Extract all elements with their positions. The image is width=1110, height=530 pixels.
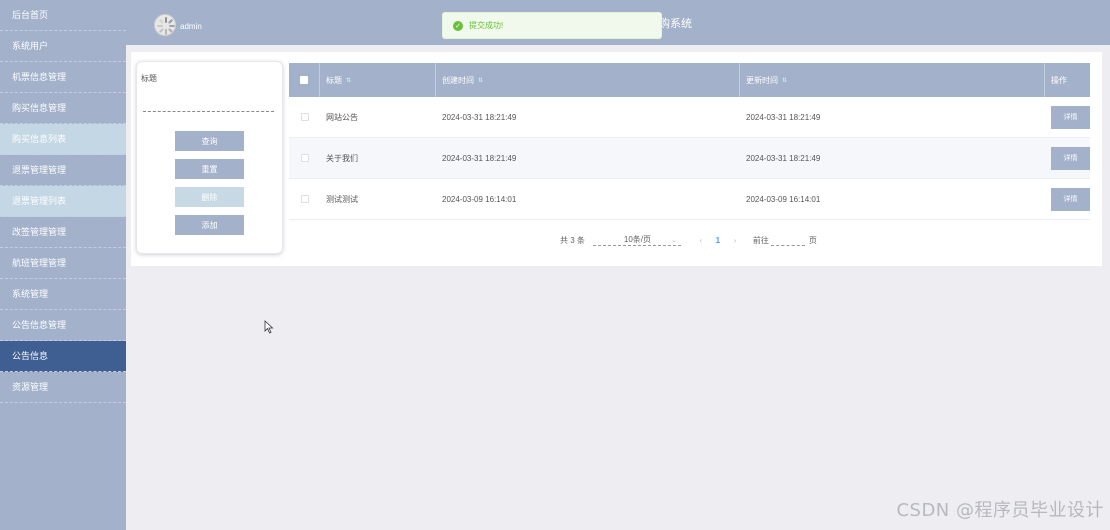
cell-title: 网站公告 (326, 112, 358, 122)
page-number[interactable]: 1 (707, 236, 729, 245)
cell-title: 测试测试 (326, 194, 358, 204)
column-created-label: 创建时间 (442, 75, 474, 85)
sort-icon[interactable]: ⇅ (346, 77, 351, 84)
detail-button[interactable]: 详情 (1051, 146, 1090, 170)
system-title: 购系统 (659, 18, 692, 30)
sidebar-item-flight-management[interactable]: 航班管理管理 (0, 248, 126, 279)
table-row: 测试测试 2024-03-09 16:14:01 2024-03-09 16:1… (289, 179, 1090, 220)
column-action-label: 操作 (1051, 75, 1067, 85)
avatar[interactable] (154, 14, 176, 36)
sidebar-item-notice-management[interactable]: 公告信息管理 (0, 310, 126, 341)
reset-button[interactable]: 重置 (175, 159, 244, 179)
page-size-select[interactable]: 10条/页 ⌄ (592, 234, 681, 246)
sidebar-item-purchase-management[interactable]: 购买信息管理 (0, 93, 126, 124)
sidebar-item-refund-management[interactable]: 退票管理管理 (0, 155, 126, 186)
page-size-value: 10条/页 (623, 235, 652, 244)
delete-button[interactable]: 删除 (175, 187, 244, 207)
select-all-checkbox[interactable] (300, 76, 308, 84)
cell-updated: 2024-03-09 16:14:01 (746, 194, 821, 204)
row-checkbox[interactable] (300, 154, 309, 162)
toast-message: 提交成功! (469, 21, 504, 30)
sort-icon[interactable]: ⇅ (478, 77, 483, 84)
pagination: 共 3 条 10条/页 ⌄ ‹ 1 › 前往 页 (560, 234, 817, 246)
main-content: 标题 查询 重置 删除 添加 标题 ⇅ 创建时间 ⇅ 更新时间 ⇅ 操作 网站公… (131, 52, 1102, 266)
column-title-label: 标题 (326, 75, 342, 85)
row-checkbox[interactable] (300, 113, 309, 121)
sort-icon[interactable]: ⇅ (782, 77, 787, 84)
cell-created: 2024-03-31 18:21:49 (442, 153, 517, 163)
table-header: 标题 ⇅ 创建时间 ⇅ 更新时间 ⇅ 操作 (289, 63, 1090, 97)
sidebar-item-resource-management[interactable]: 资源管理 (0, 372, 126, 403)
chevron-down-icon: ⌄ (671, 236, 677, 244)
goto-suffix: 页 (808, 235, 817, 245)
search-title-label: 标题 (141, 74, 157, 83)
select-all-cell (289, 63, 320, 97)
query-button[interactable]: 查询 (175, 131, 244, 151)
search-title-input[interactable] (143, 111, 274, 112)
cell-created: 2024-03-31 18:21:49 (442, 112, 517, 122)
detail-button[interactable]: 详情 (1051, 105, 1090, 129)
column-action: 操作 (1045, 63, 1090, 97)
table-row: 关于我们 2024-03-31 18:21:49 2024-03-31 18:2… (289, 138, 1090, 179)
cell-title: 关于我们 (326, 153, 358, 163)
add-button[interactable]: 添加 (175, 215, 244, 235)
sidebar-item-system-management[interactable]: 系统管理 (0, 279, 126, 310)
top-header: admin ✓ 提交成功! 购系统 (126, 0, 1110, 45)
detail-button[interactable]: 详情 (1051, 187, 1090, 211)
cell-updated: 2024-03-31 18:21:49 (746, 112, 821, 122)
goto-label: 前往 (752, 235, 769, 245)
username[interactable]: admin (180, 22, 202, 31)
column-updated-label: 更新时间 (746, 75, 778, 85)
column-created[interactable]: 创建时间 ⇅ (436, 63, 740, 97)
sidebar-item-refund-list[interactable]: 退票管理列表 (0, 186, 126, 217)
sidebar-item-system-users[interactable]: 系统用户 (0, 31, 126, 62)
cell-created: 2024-03-09 16:14:01 (442, 194, 517, 204)
column-updated[interactable]: 更新时间 ⇅ (740, 63, 1045, 97)
sidebar-item-change-management[interactable]: 改签管理管理 (0, 217, 126, 248)
column-title[interactable]: 标题 ⇅ (320, 63, 436, 97)
prev-page-icon[interactable]: ‹ (695, 236, 707, 245)
loading-spinner-icon (157, 17, 175, 35)
sidebar-item-ticket-management[interactable]: 机票信息管理 (0, 62, 126, 93)
row-checkbox[interactable] (300, 195, 309, 203)
notice-table: 标题 ⇅ 创建时间 ⇅ 更新时间 ⇅ 操作 网站公告 2024-03-31 18… (289, 63, 1090, 220)
search-panel: 标题 查询 重置 删除 添加 (136, 61, 283, 254)
sidebar-item-purchase-list[interactable]: 购买信息列表 (0, 124, 126, 155)
cell-updated: 2024-03-31 18:21:49 (746, 153, 821, 163)
goto-page-input[interactable] (770, 234, 805, 246)
sidebar: 后台首页 系统用户 机票信息管理 购买信息管理 购买信息列表 退票管理管理 退票… (0, 0, 126, 530)
next-page-icon[interactable]: › (729, 236, 741, 245)
sidebar-item-home[interactable]: 后台首页 (0, 0, 126, 31)
pagination-total: 共 3 条 (560, 235, 585, 245)
sidebar-item-notice-info[interactable]: 公告信息 (0, 341, 126, 372)
success-toast: ✓ 提交成功! (442, 12, 662, 39)
watermark: CSDN @程序员毕业设计 (896, 500, 1104, 521)
check-circle-icon: ✓ (453, 20, 463, 31)
table-row: 网站公告 2024-03-31 18:21:49 2024-03-31 18:2… (289, 97, 1090, 138)
mouse-cursor-icon (264, 320, 274, 334)
